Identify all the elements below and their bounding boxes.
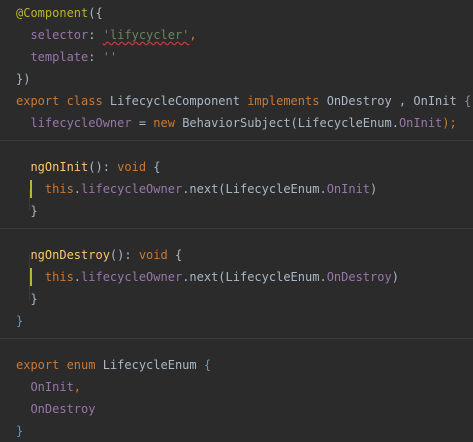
code-line-text: template: ''	[16, 46, 117, 68]
code-token: BehaviorSubject(LifecycleEnum.	[182, 116, 399, 130]
code-line-text: })	[16, 68, 30, 90]
code-line[interactable]: selector: 'lifycycler',	[0, 24, 473, 46]
code-token: {	[463, 94, 472, 108]
code-line[interactable]: })	[0, 68, 473, 90]
code-token: OnDestroy , OnInit	[326, 94, 464, 108]
code-line[interactable]: OnDestroy	[0, 398, 473, 420]
code-token: lifecycleOwner	[81, 182, 183, 196]
code-token: =	[131, 116, 154, 130]
code-token: lifecycleOwner	[81, 270, 183, 284]
code-token: ngOnDestroy	[16, 248, 110, 262]
code-line-text: this.lifecycleOwner.next(LifecycleEnum.O…	[16, 178, 377, 200]
code-line[interactable]: }	[0, 288, 473, 310]
code-line-text: lifecycleOwner = new BehaviorSubject(Lif…	[16, 112, 457, 134]
code-token: this	[16, 270, 74, 284]
code-token: }	[16, 204, 38, 218]
code-token: ():	[109, 248, 139, 262]
code-token: lifecycleOwner	[16, 116, 132, 130]
code-line[interactable]: OnInit,	[0, 376, 473, 398]
code-line[interactable]: this.lifecycleOwner.next(LifecycleEnum.O…	[0, 266, 473, 288]
code-line[interactable]: }	[0, 200, 473, 222]
code-token: OnDestroy	[16, 402, 96, 416]
code-token: implements	[247, 94, 327, 108]
code-token: void	[117, 160, 154, 174]
code-line[interactable]: ngOnInit(): void {	[0, 156, 473, 178]
code-line[interactable]: template: ''	[0, 46, 473, 68]
code-token: @Component	[16, 6, 89, 20]
code-line-text: ngOnDestroy(): void {	[16, 244, 182, 266]
code-token: selector	[16, 28, 89, 42]
code-token: .	[73, 182, 82, 196]
code-token: {	[203, 358, 212, 372]
code-line-text: }	[16, 200, 38, 222]
code-token: }	[16, 292, 38, 306]
code-line[interactable]: ngOnDestroy(): void {	[0, 244, 473, 266]
code-line-text: OnDestroy	[16, 398, 95, 420]
code-token: :	[88, 50, 103, 64]
code-line[interactable]: }	[0, 310, 473, 332]
code-token: }	[16, 424, 24, 438]
code-line-text: }	[16, 288, 38, 310]
code-token: {	[174, 248, 183, 262]
code-token: new	[153, 116, 183, 130]
code-token: export enum	[16, 358, 103, 372]
code-line-text: OnInit,	[16, 376, 81, 398]
code-token: )	[391, 270, 399, 284]
code-line-text: selector: 'lifycycler',	[16, 24, 197, 46]
code-token: 'lifycycler'	[102, 28, 190, 42]
code-token: OnInit	[326, 182, 371, 196]
code-token: ngOnInit	[16, 160, 89, 174]
code-editor[interactable]: @Component({ selector: 'lifycycler', tem…	[0, 0, 473, 439]
scope-marker	[30, 268, 32, 286]
code-line-text: export class LifecycleComponent implemen…	[16, 90, 471, 112]
code-line[interactable]: this.lifecycleOwner.next(LifecycleEnum.O…	[0, 178, 473, 200]
code-token: void	[138, 248, 175, 262]
code-token: .	[73, 270, 82, 284]
code-token: LifecycleComponent	[109, 94, 248, 108]
code-token: }	[16, 314, 24, 328]
code-token: .next(LifecycleEnum.	[182, 182, 327, 196]
code-token: OnInit	[16, 380, 74, 394]
code-line[interactable]: export class LifecycleComponent implemen…	[0, 90, 473, 112]
code-token: OnDestroy	[326, 270, 392, 284]
code-line-text: export enum LifecycleEnum {	[16, 354, 211, 376]
code-token: {	[153, 160, 161, 174]
code-token: LifecycleEnum	[102, 358, 204, 372]
code-token: ,	[73, 380, 82, 394]
code-token: .next(LifecycleEnum.	[182, 270, 327, 284]
code-token: export class	[16, 94, 110, 108]
code-line-text: @Component({	[16, 2, 103, 24]
code-token: template	[16, 50, 89, 64]
code-token: ''	[102, 50, 118, 64]
code-line-text: this.lifecycleOwner.next(LifecycleEnum.O…	[16, 266, 399, 288]
code-line[interactable]: export enum LifecycleEnum {	[0, 354, 473, 376]
scope-marker	[30, 180, 32, 198]
code-token: );	[442, 116, 457, 130]
code-token: OnInit	[398, 116, 443, 130]
code-line[interactable]: @Component({	[0, 2, 473, 24]
code-line[interactable]: lifecycleOwner = new BehaviorSubject(Lif…	[0, 112, 473, 134]
code-token: :	[88, 28, 103, 42]
code-token: ,	[189, 28, 197, 42]
code-token: ():	[88, 160, 118, 174]
code-line-text: }	[16, 310, 23, 332]
code-token: this	[16, 182, 74, 196]
code-line-text: ngOnInit(): void {	[16, 156, 161, 178]
code-token: )	[370, 182, 378, 196]
code-token: ({	[88, 6, 103, 20]
code-token: })	[16, 72, 31, 86]
